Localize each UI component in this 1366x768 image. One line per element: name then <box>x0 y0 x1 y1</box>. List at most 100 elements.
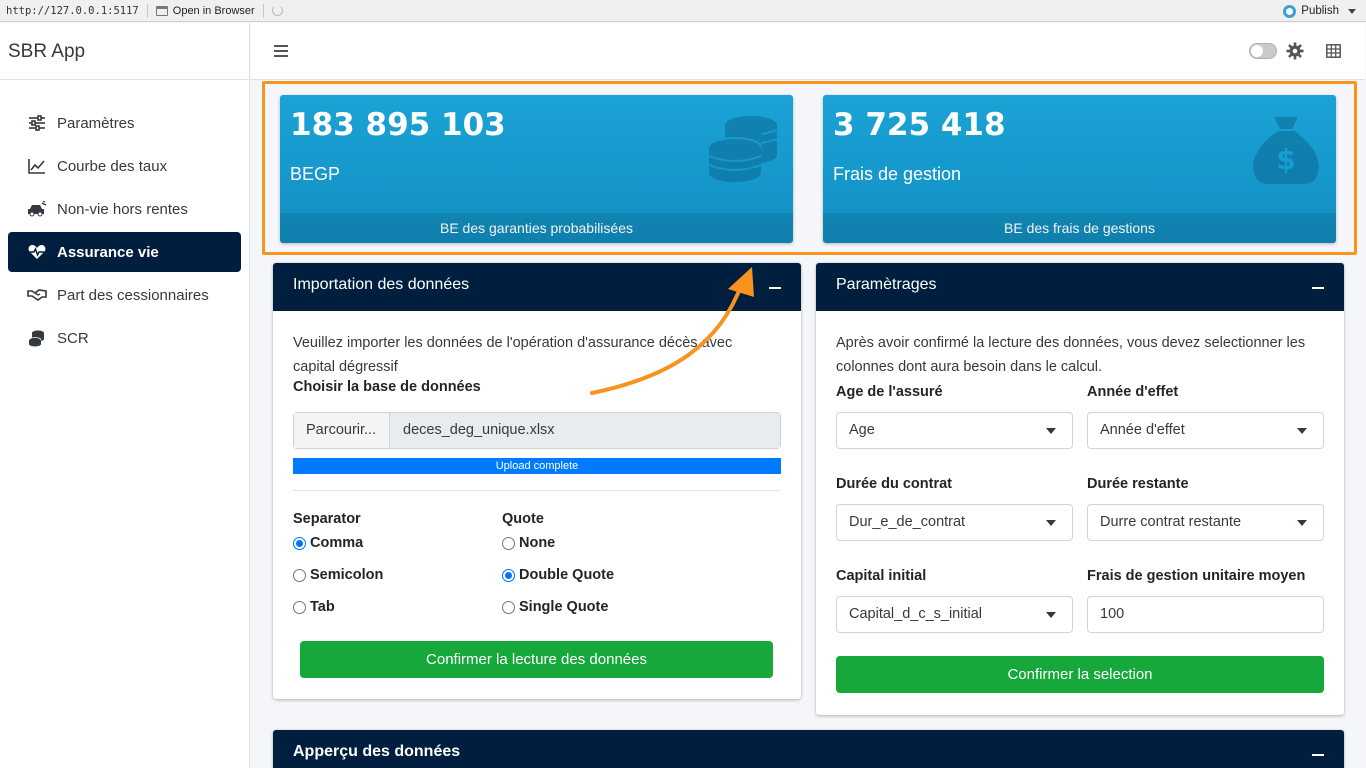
file-upload-input[interactable]: Parcourir... deces_deg_unique.xlsx <box>293 412 781 449</box>
file-name-field: deces_deg_unique.xlsx <box>390 413 780 448</box>
radio-option-single-quote[interactable]: Single Quote <box>502 591 614 623</box>
radio-option-none[interactable]: None <box>502 527 614 559</box>
collapse-icon[interactable] <box>1312 754 1324 756</box>
radio-button-checked[interactable] <box>293 536 306 550</box>
sidebar-item-label: SCR <box>57 329 89 347</box>
top-navbar <box>251 23 1365 80</box>
radio-button-checked[interactable] <box>502 568 515 582</box>
radio-button[interactable] <box>293 600 306 614</box>
viewer-url: http://127.0.0.1:5117 <box>6 4 139 17</box>
sidebar-item-label: Paramètres <box>57 114 135 132</box>
sidebar-item-scr[interactable]: SCR <box>8 318 241 358</box>
radio-option-semicolon[interactable]: Semicolon <box>293 559 383 591</box>
duree-restante-label: Durée restante <box>1087 476 1189 492</box>
radio-label: Semicolon <box>310 567 384 583</box>
settings-instructions: Après avoir confirmé la lecture des donn… <box>836 335 1306 375</box>
highlight-frame <box>262 81 1357 255</box>
sidebar-nav: Paramètres Courbe des taux Non-vie hors … <box>0 80 249 358</box>
radio-button[interactable] <box>502 600 515 614</box>
divider <box>293 490 781 491</box>
card-header: Paramètrages <box>816 263 1344 311</box>
open-in-browser-button[interactable]: Open in Browser <box>155 4 255 17</box>
sidebar-item-label: Assurance vie <box>57 243 159 261</box>
publish-label: Publish <box>1301 5 1339 17</box>
line-chart-icon <box>27 156 47 176</box>
collapse-icon[interactable] <box>769 287 781 289</box>
sidebar-item-label: Courbe des taux <box>57 157 168 175</box>
duree-restante-select[interactable]: Durre contrat restante <box>1087 504 1324 541</box>
browse-button[interactable]: Parcourir... <box>294 413 390 448</box>
table-icon[interactable] <box>1326 44 1341 58</box>
capital-initial-select[interactable]: Capital_d_c_s_initial <box>836 596 1073 633</box>
card-title: Apperçu des données <box>293 743 461 760</box>
input-value: 100 <box>1100 606 1125 622</box>
radio-option-comma[interactable]: Comma <box>293 527 383 559</box>
age-select[interactable]: Age <box>836 412 1073 449</box>
data-preview-card: Apperçu des données <box>273 730 1344 768</box>
radio-label: None <box>519 535 556 551</box>
age-label: Age de l'assuré <box>836 384 943 400</box>
toolbar-divider <box>262 3 264 18</box>
select-value: Durre contrat restante <box>1100 514 1242 530</box>
app-title[interactable]: SBR App <box>0 23 249 80</box>
sidebar-item-part-des-cessionnaires[interactable]: Part des cessionnaires <box>8 275 241 315</box>
card-body: Veuillez importer les données de l'opéra… <box>273 311 801 415</box>
sliders-icon <box>27 113 47 133</box>
import-card: Importation des données Veuillez importe… <box>273 263 801 699</box>
card-title: Paramètrages <box>836 276 937 293</box>
annee-effet-select[interactable]: Année d'effet <box>1087 412 1324 449</box>
capital-initial-label: Capital initial <box>836 568 927 584</box>
radio-option-tab[interactable]: Tab <box>293 591 383 623</box>
sidebar-item-non-vie[interactable]: Non-vie hors rentes <box>8 189 241 229</box>
radio-label: Single Quote <box>519 599 609 615</box>
duree-contrat-select[interactable]: Dur_e_de_contrat <box>836 504 1073 541</box>
chevron-down-icon <box>1046 520 1056 526</box>
viewer-toolbar: http://127.0.0.1:5117 Open in Browser Pu… <box>0 0 1366 22</box>
menu-toggle-icon[interactable] <box>274 45 288 57</box>
sidebar: SBR App Paramètres Courbe des taux Non-v… <box>0 23 250 768</box>
settings-card: Paramètrages Après avoir confirmé la lec… <box>816 263 1344 715</box>
publish-icon <box>1283 4 1297 18</box>
card-header: Importation des données <box>273 263 801 311</box>
frais-gestion-label: Frais de gestion unitaire moyen <box>1087 568 1306 584</box>
coins-icon <box>27 328 47 348</box>
frais-gestion-input[interactable]: 100 <box>1087 596 1324 633</box>
refresh-icon[interactable] <box>271 5 283 16</box>
car-crash-icon <box>27 199 47 219</box>
separator-label: Separator <box>293 511 361 527</box>
sidebar-item-courbe-des-taux[interactable]: Courbe des taux <box>8 146 241 186</box>
upload-progress-bar: Upload complete <box>293 458 781 474</box>
annee-effet-label: Année d'effet <box>1087 384 1179 400</box>
confirm-read-button[interactable]: Confirmer la lecture des données <box>300 641 773 678</box>
card-header: Apperçu des données <box>273 730 1344 768</box>
chevron-down-icon <box>1348 8 1356 14</box>
toolbar-divider <box>146 3 148 18</box>
dark-mode-toggle[interactable] <box>1249 43 1277 59</box>
chevron-down-icon <box>1297 520 1307 526</box>
select-value: Année d'effet <box>1100 422 1185 438</box>
chevron-down-icon <box>1297 428 1307 434</box>
gear-icon[interactable] <box>1286 42 1304 60</box>
quote-radio-group: Quote None Double Quote Single Quote <box>502 511 614 623</box>
radio-button[interactable] <box>293 568 306 582</box>
separator-radio-group: Separator Comma Semicolon Tab <box>293 511 383 623</box>
radio-label: Comma <box>310 535 364 551</box>
publish-button[interactable]: Publish <box>1283 0 1356 22</box>
chevron-down-icon <box>1046 612 1056 618</box>
card-title: Importation des données <box>293 276 470 293</box>
radio-button[interactable] <box>502 536 515 550</box>
duree-contrat-label: Durée du contrat <box>836 476 953 492</box>
sidebar-item-parametres[interactable]: Paramètres <box>8 103 241 143</box>
heartbeat-icon <box>27 242 47 262</box>
radio-label: Tab <box>310 599 335 615</box>
collapse-icon[interactable] <box>1312 287 1324 289</box>
radio-option-double-quote[interactable]: Double Quote <box>502 559 614 591</box>
open-in-browser-label: Open in Browser <box>172 4 255 17</box>
confirm-selection-button[interactable]: Confirmer la selection <box>836 656 1324 693</box>
file-input-label: Choisir la base de données <box>293 379 481 395</box>
quote-label: Quote <box>502 511 544 527</box>
chevron-down-icon <box>1046 428 1056 434</box>
sidebar-item-assurance-vie[interactable]: Assurance vie <box>8 232 241 272</box>
import-instructions: Veuillez importer les données de l'opéra… <box>293 335 733 375</box>
browser-window-icon <box>155 5 168 16</box>
